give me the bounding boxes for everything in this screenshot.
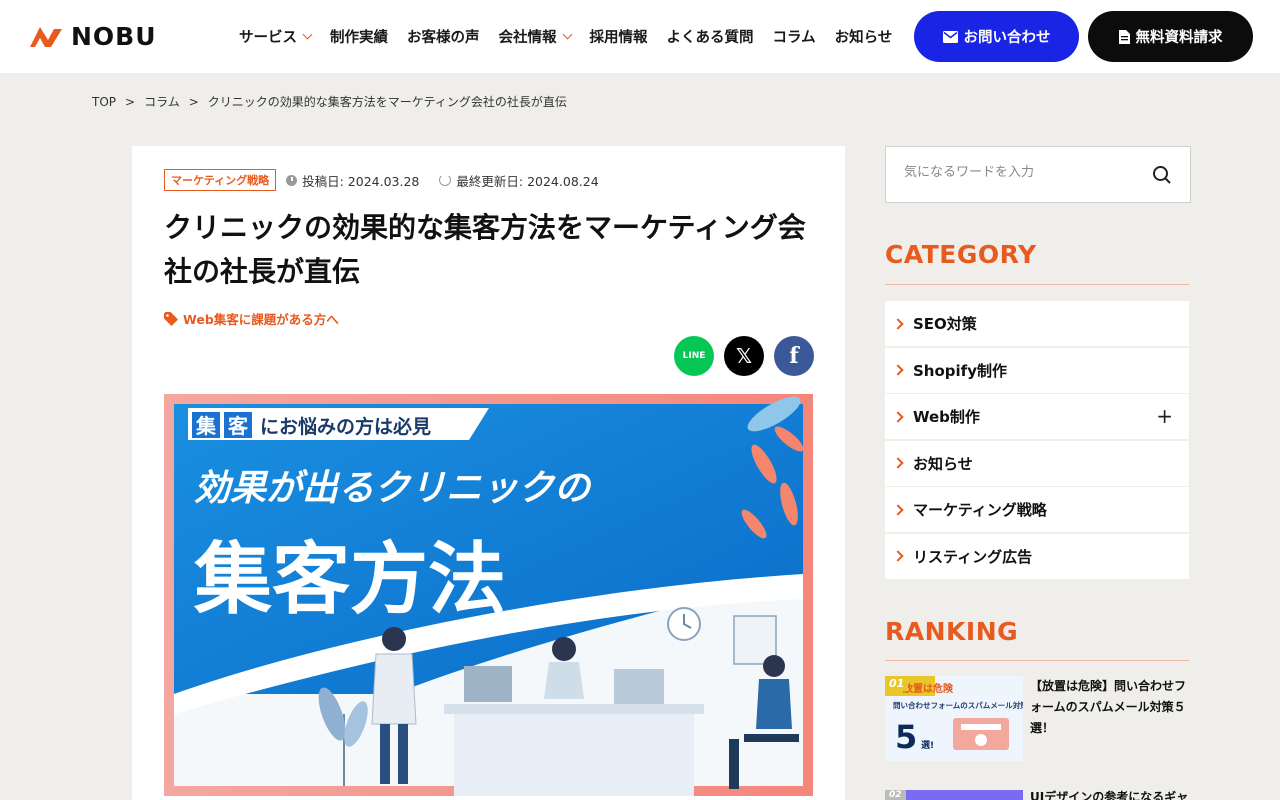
search-input[interactable] [904,164,1144,179]
chevron-right-icon [892,503,904,516]
nav-item-label: よくある質問 [666,30,754,46]
ranking-item[interactable]: 02 UIデザインの参考になるギャ [885,790,1189,800]
chevron-down-icon [302,29,313,40]
logo-mark-icon [30,27,62,47]
refresh-icon [439,174,452,186]
tag-icon [164,311,178,326]
ranking-title: UIデザインの参考になるギャ [1030,790,1189,800]
article-title: クリニックの効果的な集客方法をマーケティング会社の社長が直伝 [164,211,806,288]
hero-badge-suffix: にお悩みの方は必見 [260,415,431,438]
chevron-right-icon [892,457,904,469]
category-label: Web制作 [913,408,980,426]
nav-item[interactable]: お客様の声 [407,26,480,47]
search-icon[interactable] [1152,165,1172,185]
contact-button-label: お問い合わせ [963,30,1051,46]
global-nav: サービス 制作実績 お客様の声 会社情報 採用情報 よくある質問 コラム お知らせ [239,26,911,47]
nav-item-label: お知らせ [834,30,893,46]
site-logo[interactable]: NOBU [27,21,157,51]
x-share-button[interactable]: 𝕏 [724,336,764,376]
breadcrumb-separator: > [125,94,136,109]
chevron-right-icon [892,364,904,376]
mail-icon [942,30,958,43]
facebook-share-button[interactable]: f [774,336,814,376]
request-docs-button[interactable]: 無料資料請求 [1088,11,1253,62]
ranking-title: 【放置は危険】問い合わせフォームのスパムメール対策５選！ [1030,679,1187,735]
nav-item[interactable]: 制作実績 [330,26,388,47]
ranking-item[interactable]: 放置は危険 問い合わせフォームのスパムメール対策 5 選! 01 【放置は危険】… [885,676,1189,761]
document-icon [1118,29,1130,44]
ranking-thumb-unit: 選! [921,740,934,751]
nav-item[interactable]: コラム [773,26,816,47]
nav-item-label: 採用情報 [589,30,648,46]
article-tag-link[interactable]: Web集客に課題がある方へ [164,309,339,328]
share-buttons: LINE 𝕏 f [674,336,814,376]
chevron-right-icon [892,410,904,423]
article-meta: マーケティング戦略 投稿日: 2024.03.28 最終更新日: 2024.08… [164,169,599,191]
breadcrumb-separator: > [188,94,199,109]
hero-badge-2: 客 [227,414,249,438]
hero-headline-2: 集客方法 [193,535,506,625]
nav-item-label: 制作実績 [330,30,388,46]
chevron-down-icon [562,29,572,40]
category-item[interactable]: Shopify制作 [885,347,1189,393]
contact-button[interactable]: お問い合わせ [914,11,1079,62]
line-icon: LINE [682,351,706,361]
hero-badge-1: 集 [195,414,217,438]
ranking-divider [885,660,1189,661]
search-box [885,146,1191,203]
category-heading: CATEGORY [885,240,1037,269]
chevron-right-icon [892,317,904,330]
x-icon: 𝕏 [735,344,753,368]
category-list: SEO対策 Shopify制作 Web制作 + お知らせマーケティング戦略 リスティング広… [885,301,1189,580]
category-item[interactable]: リスティング広告 [885,533,1189,579]
hero-headline-1: 効果が出るクリニックの [194,468,592,509]
category-label: Shopify制作 [913,361,1007,380]
ranking-number: 02 [885,790,906,800]
breadcrumb: TOP > コラム > クリニックの効果的な集客方法をマーケティング会社の社長が… [92,93,567,110]
hero-illustration: 集 客 にお悩みの方は必見 効果が出るクリニックの 集客方法 [164,394,813,796]
article: マーケティング戦略 投稿日: 2024.03.28 最終更新日: 2024.08… [132,146,845,800]
breadcrumb-top[interactable]: TOP [92,95,116,109]
category-item[interactable]: マーケティング戦略 [885,487,1189,532]
nav-item-label: 会社情報 [498,30,557,46]
ranking-number: 01 [885,676,909,691]
logo-text: NOBU [71,21,157,51]
breadcrumb-current: クリニックの効果的な集客方法をマーケティング会社の社長が直伝 [207,95,567,109]
category-label: SEO対策 [913,315,977,333]
line-share-button[interactable]: LINE [674,336,714,376]
category-tag[interactable]: マーケティング戦略 [164,169,277,191]
site-header: NOBU サービス 制作実績 お客様の声 会社情報 採用情報 よくある質問 コラム お知らせ … [0,0,1280,73]
nav-item-label: お客様の声 [407,30,480,46]
breadcrumb-column[interactable]: コラム [144,93,180,110]
category-label: お知らせ [913,454,973,473]
chevron-right-icon [892,550,904,562]
category-divider [885,284,1189,285]
facebook-icon: f [789,343,799,369]
nav-item-label: コラム [772,30,816,46]
nav-item[interactable]: よくある質問 [667,26,754,47]
category-item[interactable]: SEO対策 [885,301,1189,346]
nav-item[interactable]: 採用情報 [590,26,648,47]
hero-image: 集 客 にお悩みの方は必見 効果が出るクリニックの 集客方法 [164,394,813,796]
ranking-thumbnail: 放置は危険 問い合わせフォームのスパムメール対策 5 選! 01 [885,676,1023,761]
posted-date: 投稿日: 2024.03.28 [302,173,420,189]
category-item[interactable]: お知らせ [885,440,1189,486]
nav-item[interactable]: サービス [239,26,313,47]
expand-plus-icon[interactable]: + [1156,406,1173,426]
request-docs-button-label: 無料資料請求 [1135,30,1223,46]
ranking-thumbnail: 02 [885,790,1023,800]
category-item[interactable]: Web制作 + [885,394,1189,439]
ranking-thumb-caption: 問い合わせフォームのスパムメール対策 [893,700,1023,710]
nav-item[interactable]: お知らせ [835,26,893,47]
category-label: マーケティング戦略 [913,501,1047,519]
nav-item-label: サービス [239,30,297,46]
nav-item[interactable]: 会社情報 [498,26,572,47]
ranking-thumb-number: 5 [895,718,917,756]
article-tag-label: Web集客に課題がある方へ [183,312,339,327]
ranking-thumb-warning: 放置は危険 [902,682,954,695]
ranking-heading: RANKING [885,617,1019,646]
updated-date: 最終更新日: 2024.08.24 [456,173,599,189]
category-label: リスティング広告 [913,547,1033,566]
clock-icon [286,174,298,186]
